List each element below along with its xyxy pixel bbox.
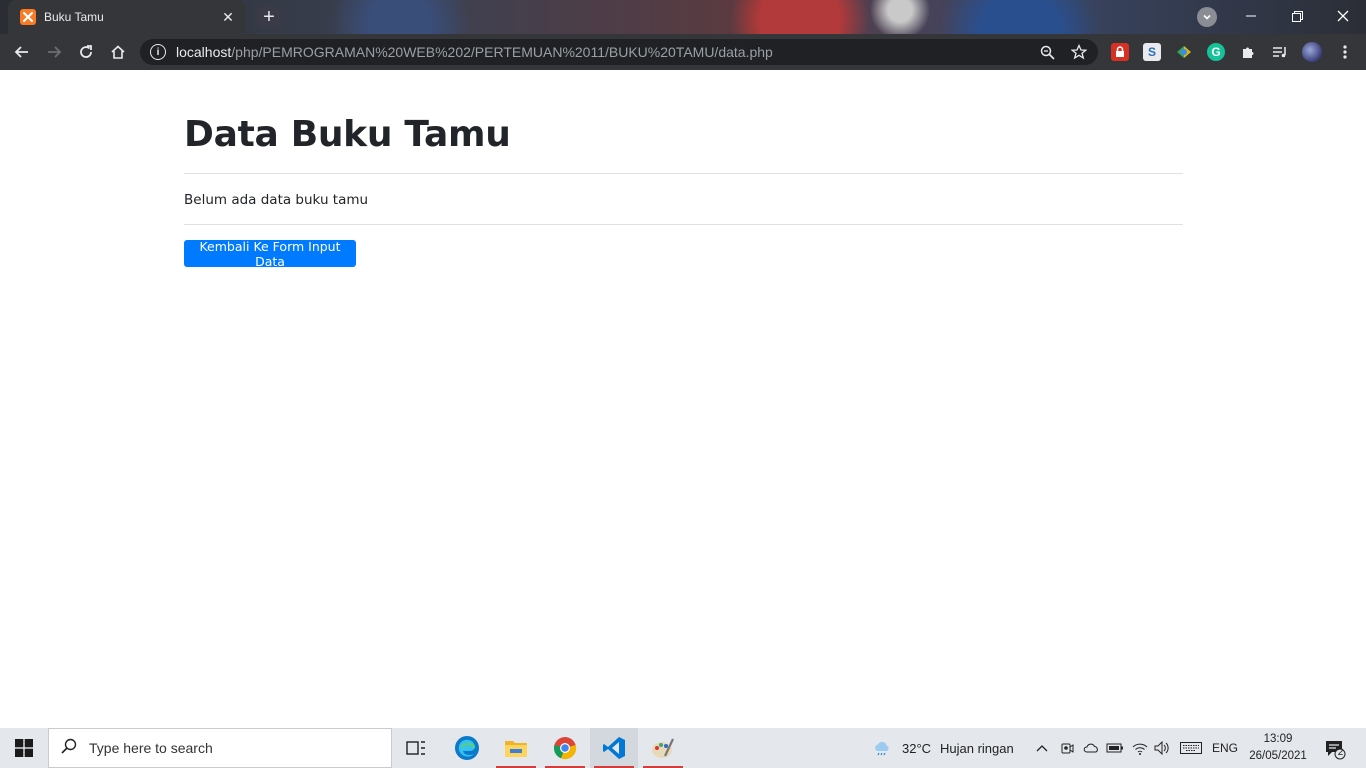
- media-icon[interactable]: [1271, 43, 1289, 61]
- new-tab-button[interactable]: +: [256, 5, 282, 29]
- extension-s-icon[interactable]: S: [1143, 43, 1161, 61]
- browser-titlebar: Buku Tamu ✕ +: [0, 0, 1366, 34]
- address-bar[interactable]: i localhost /php/PEMROGRAMAN%20WEB%202/P…: [140, 39, 1098, 65]
- clock[interactable]: 13:09 26/05/2021: [1240, 731, 1316, 765]
- restore-icon[interactable]: [1274, 0, 1320, 32]
- vscode-icon[interactable]: [590, 728, 638, 768]
- weather-temp[interactable]: 32°C: [902, 728, 931, 768]
- file-explorer-icon[interactable]: [492, 728, 540, 768]
- taskbar: Type here to search 32°C Hujan ringan EN…: [0, 728, 1366, 768]
- tab-close-icon[interactable]: ✕: [220, 9, 236, 26]
- onedrive-icon[interactable]: [1082, 739, 1100, 757]
- language-indicator[interactable]: ENG: [1212, 728, 1238, 768]
- volume-icon[interactable]: [1153, 739, 1171, 757]
- bookmark-star-icon[interactable]: [1069, 42, 1089, 62]
- menu-icon[interactable]: [1336, 43, 1354, 61]
- weather-desc[interactable]: Hujan ringan: [940, 728, 1014, 768]
- page-title: Data Buku Tamu: [184, 114, 511, 155]
- web-page: Data Buku Tamu Belum ada data buku tamu …: [0, 70, 1366, 728]
- divider: [184, 173, 1183, 174]
- empty-message: Belum ada data buku tamu: [184, 192, 369, 208]
- home-icon[interactable]: [106, 40, 130, 64]
- clock-date: 26/05/2021: [1249, 750, 1307, 762]
- browser-toolbar: i localhost /php/PEMROGRAMAN%20WEB%202/P…: [0, 34, 1366, 70]
- extension-green-icon[interactable]: [1175, 43, 1193, 61]
- weather-icon[interactable]: [873, 739, 891, 757]
- url-host: localhost: [176, 44, 232, 60]
- meet-now-icon[interactable]: [1058, 739, 1076, 757]
- chevron-up-icon[interactable]: [1033, 739, 1051, 757]
- extension-red-icon[interactable]: [1111, 43, 1129, 61]
- grammarly-icon[interactable]: G: [1207, 43, 1225, 61]
- browser-tab[interactable]: Buku Tamu ✕: [8, 0, 246, 34]
- extension-icon[interactable]: [1239, 43, 1257, 61]
- battery-icon[interactable]: [1106, 739, 1124, 757]
- site-info-icon[interactable]: i: [150, 44, 166, 60]
- chrome-icon[interactable]: [541, 728, 589, 768]
- keyboard-icon[interactable]: [1180, 739, 1202, 757]
- url-path: /php/PEMROGRAMAN%20WEB%202/PERTEMUAN%201…: [231, 44, 773, 60]
- tab-search-icon[interactable]: [1197, 7, 1217, 27]
- reload-icon[interactable]: [74, 40, 98, 64]
- task-view-icon[interactable]: [392, 728, 440, 768]
- back-to-form-button[interactable]: Kembali Ke Form Input Data: [184, 239, 356, 269]
- tab-title: Buku Tamu: [44, 10, 104, 24]
- xampp-favicon-icon: [20, 9, 36, 25]
- profile-icon[interactable]: [1302, 42, 1322, 62]
- close-window-icon[interactable]: [1320, 0, 1366, 32]
- paint-icon[interactable]: [639, 728, 687, 768]
- windows-start-icon[interactable]: [0, 728, 48, 768]
- zoom-icon[interactable]: [1037, 42, 1057, 62]
- wifi-icon[interactable]: [1131, 739, 1149, 757]
- clock-time: 13:09: [1263, 733, 1293, 745]
- minimize-icon[interactable]: [1228, 0, 1274, 32]
- back-icon[interactable]: [10, 40, 34, 64]
- notification-icon[interactable]: 2: [1324, 738, 1346, 760]
- search-icon: [61, 738, 77, 759]
- edge-icon[interactable]: [443, 728, 491, 768]
- notification-count: 2: [1337, 747, 1344, 758]
- search-placeholder: Type here to search: [89, 740, 213, 756]
- divider: [184, 224, 1183, 225]
- forward-icon[interactable]: [42, 40, 66, 64]
- taskbar-search[interactable]: Type here to search: [48, 728, 392, 768]
